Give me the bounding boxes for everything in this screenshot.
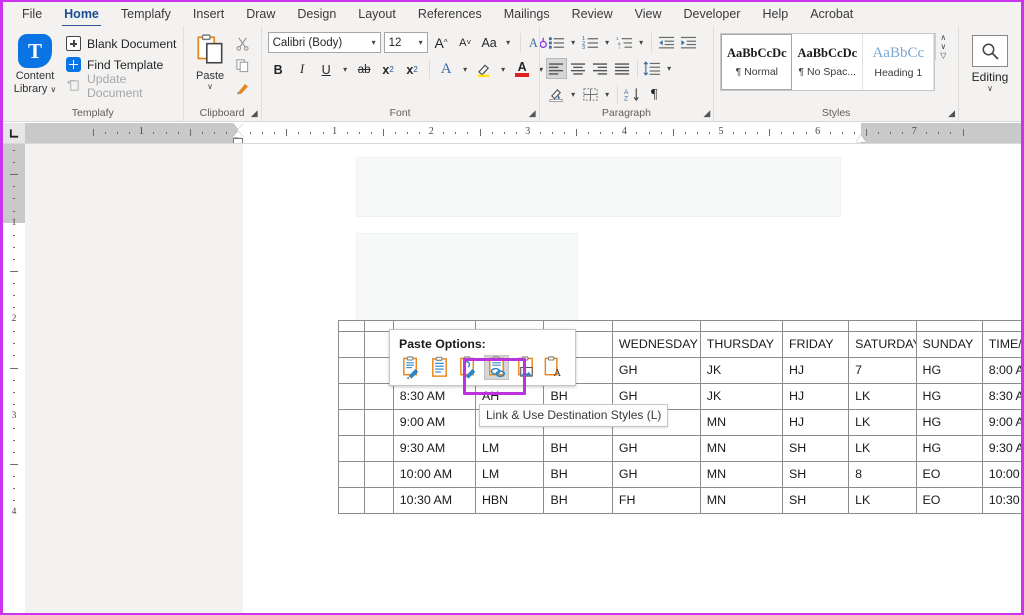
window-frame: [0, 0, 1024, 615]
